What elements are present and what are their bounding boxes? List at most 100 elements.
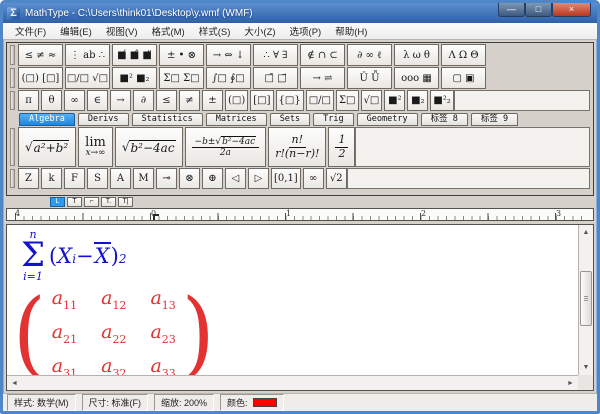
small-bar-button[interactable]: → [110, 90, 131, 111]
symbol-palette-button[interactable]: ≤ ≠ ≈ [18, 44, 63, 66]
small-bar-button[interactable]: ∈ [87, 90, 108, 111]
tab-statistics[interactable]: Statistics [132, 113, 203, 126]
small-bar-button[interactable]: ± [202, 90, 223, 111]
tab-label-8[interactable]: 标签 8 [421, 113, 468, 126]
maximize-button[interactable]: □ [525, 3, 552, 17]
menu-item[interactable]: 大小(Z) [238, 23, 281, 39]
menu-item[interactable]: 格式(M) [145, 23, 190, 39]
quick-access-button[interactable]: ⊕ [202, 168, 223, 189]
scroll-left-icon[interactable]: ◄ [7, 376, 22, 390]
minimize-button[interactable]: — [498, 3, 525, 17]
menu-item[interactable]: 文件(F) [9, 23, 52, 39]
quick-access-button[interactable]: ◁ [225, 168, 246, 189]
quick-access-button[interactable]: [0,1] [271, 168, 301, 189]
matrix-equation[interactable]: ( a11 a12 a13 a21 a22 a23 a31 a32 a33 ) [13, 287, 215, 375]
template-palette-button[interactable]: (□) [□] [18, 67, 63, 89]
tab-stop-center-button[interactable]: T [67, 197, 82, 207]
toolbar-drag-handle[interactable] [10, 169, 15, 188]
expr-sqrt-a2-b2-button[interactable]: √a²+b² [18, 127, 76, 167]
sum-equation[interactable]: n Σ i=1 (Xi − X)2 [21, 229, 126, 282]
symbol-palette-button[interactable]: → ⇔ ↓ [206, 44, 251, 66]
tab-geometry[interactable]: Geometry [357, 113, 418, 126]
quick-access-button[interactable]: M [133, 168, 154, 189]
small-bar-button[interactable]: ∂ [133, 90, 154, 111]
ruler[interactable]: 01234 [6, 208, 594, 221]
template-palette-button[interactable]: ooo ▦ [394, 67, 439, 89]
quick-access-button[interactable]: Z [18, 168, 39, 189]
small-bar-button[interactable]: {□} [276, 90, 304, 111]
toolbar-drag-handle[interactable] [10, 68, 15, 88]
tab-derivs[interactable]: Derivs [78, 113, 129, 126]
vertical-scroll-thumb[interactable] [580, 271, 592, 326]
scroll-down-icon[interactable]: ▼ [579, 360, 593, 375]
small-bar-button[interactable]: (□) [225, 90, 248, 111]
quick-access-button[interactable]: √2 [326, 168, 347, 189]
toolbar-drag-handle[interactable] [10, 91, 15, 110]
template-palette-button[interactable]: ∫□ ∮□ [206, 67, 251, 89]
title-bar[interactable]: Σ MathType - C:\Users\think01\Desktop\y.… [3, 3, 597, 23]
equation-canvas[interactable]: n Σ i=1 (Xi − X)2 ( a11 a12 a13 a21 a22 [7, 225, 578, 375]
small-bar-button[interactable]: ≠ [179, 90, 200, 111]
menu-item[interactable]: 样式(S) [193, 23, 237, 39]
small-bar-button[interactable]: θ [41, 90, 62, 111]
template-palette-button[interactable]: □∕□ √□ [65, 67, 110, 89]
tab-label-9[interactable]: 标签 9 [471, 113, 518, 126]
symbol-palette-button[interactable]: Λ Ω Θ [441, 44, 486, 66]
symbol-palette-button[interactable]: λ ω θ [394, 44, 439, 66]
template-palette-button[interactable]: Σ□ Σ□ [159, 67, 204, 89]
quick-access-button[interactable]: ⊸ [156, 168, 177, 189]
menu-item[interactable]: 视图(V) [100, 23, 144, 39]
small-bar-button[interactable]: ■₂ [407, 90, 428, 111]
menu-item[interactable]: 编辑(E) [54, 23, 98, 39]
small-bar-button[interactable]: □/□ [306, 90, 334, 111]
small-bar-button[interactable]: ∞ [64, 90, 85, 111]
template-palette-button[interactable]: ▢ ▣ [441, 67, 486, 89]
expr-limit-button[interactable]: lim x→∞ [78, 127, 113, 167]
menu-item[interactable]: 帮助(H) [329, 23, 373, 39]
tab-stop-bar-button[interactable]: T| [118, 197, 133, 207]
small-bar-button[interactable]: [□] [250, 90, 273, 111]
small-bar-button[interactable]: ■² [384, 90, 405, 111]
symbol-palette-button[interactable]: ⋮ ab ∴ [65, 44, 110, 66]
expr-discriminant-button[interactable]: √b²−4ac [115, 127, 183, 167]
quick-access-button[interactable]: A [110, 168, 131, 189]
expr-combination-button[interactable]: n! r!(n−r)! [268, 127, 326, 167]
vertical-scroll-track[interactable] [579, 240, 593, 360]
small-bar-button[interactable]: ≤ [156, 90, 177, 111]
tab-stop-right-button[interactable]: ⌐ [84, 197, 99, 207]
tab-sets[interactable]: Sets [270, 113, 310, 126]
small-bar-button[interactable]: √□ [361, 90, 383, 111]
tab-trig[interactable]: Trig [313, 113, 353, 126]
expr-quadratic-formula-button[interactable]: −b±√b²−4ac 2a [185, 127, 267, 167]
small-bar-button[interactable]: π [18, 90, 39, 111]
small-bar-button[interactable]: ■²₂ [430, 90, 453, 111]
tab-stop-left-button[interactable]: L [50, 197, 65, 207]
quick-access-button[interactable]: ∞ [303, 168, 324, 189]
tab-algebra[interactable]: Algebra [19, 113, 75, 126]
symbol-palette-button[interactable]: ∉ ∩ ⊂ [300, 44, 345, 66]
template-palette-button[interactable]: Ǔ Ǚ [347, 67, 392, 89]
horizontal-scrollbar[interactable]: ◄ ► [7, 375, 578, 390]
template-palette-button[interactable]: → ⇌ [300, 67, 345, 89]
vertical-scrollbar[interactable]: ▲ ▼ [578, 225, 593, 375]
small-bar-button[interactable]: Σ□ [336, 90, 359, 111]
close-button[interactable]: × [552, 3, 591, 17]
quick-access-button[interactable]: F [64, 168, 85, 189]
scroll-up-icon[interactable]: ▲ [579, 225, 593, 240]
quick-access-button[interactable]: ▷ [248, 168, 269, 189]
symbol-palette-button[interactable]: ∂ ∞ ℓ [347, 44, 392, 66]
quick-access-button[interactable]: k [41, 168, 62, 189]
symbol-palette-button[interactable]: ± • ⊗ [159, 44, 204, 66]
template-palette-button[interactable]: □̄ □⃗ [253, 67, 298, 89]
quick-access-button[interactable]: S [87, 168, 108, 189]
toolbar-drag-handle[interactable] [10, 45, 15, 65]
symbol-palette-button[interactable]: ■́ ■̂ ■̈ [112, 44, 157, 66]
tab-matrices[interactable]: Matrices [206, 113, 267, 126]
horizontal-scroll-track[interactable] [22, 376, 563, 390]
symbol-palette-button[interactable]: ∴ ∀ ∃ [253, 44, 298, 66]
expr-one-half-button[interactable]: 1 2 [328, 127, 355, 167]
tab-stop-decimal-button[interactable]: T. [101, 197, 116, 207]
quick-access-button[interactable]: ⊗ [179, 168, 200, 189]
toolbar-drag-handle[interactable] [10, 128, 15, 166]
scroll-right-icon[interactable]: ► [563, 376, 578, 390]
